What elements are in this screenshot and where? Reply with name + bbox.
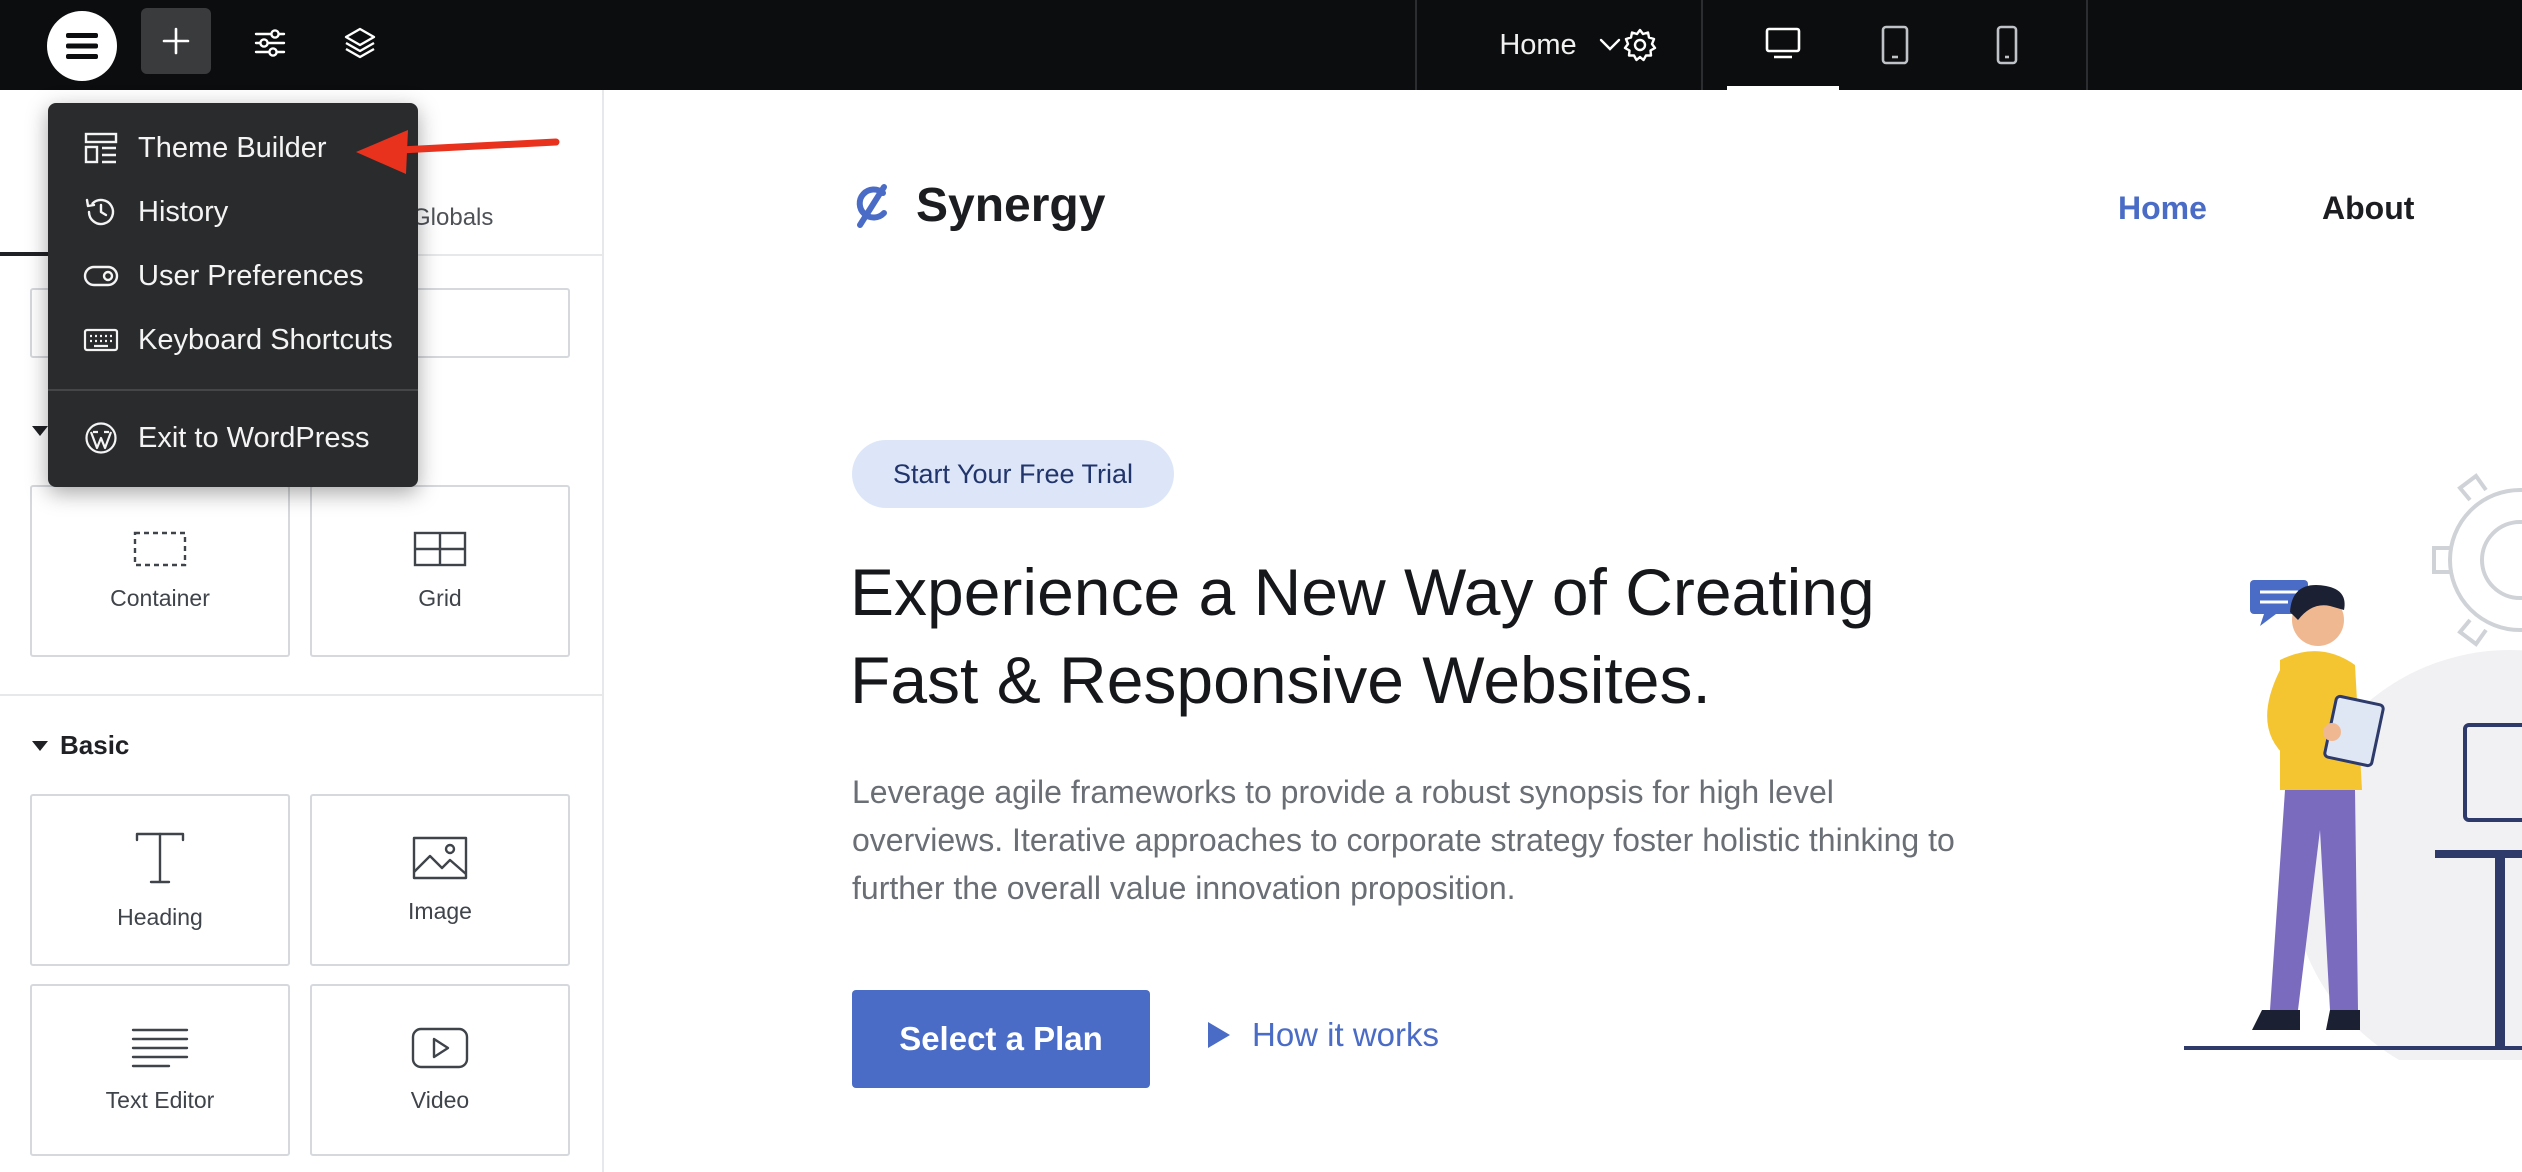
toolbar-divider [2086, 0, 2088, 90]
widget-label: Image [408, 897, 472, 924]
widget-image[interactable]: Image [310, 794, 570, 966]
sliders-icon [254, 29, 286, 57]
tab-globals[interactable]: Globals [412, 204, 493, 232]
add-element-button[interactable] [141, 8, 211, 74]
widget-label: Container [110, 584, 210, 611]
menu-item-user-preferences[interactable]: User Preferences [48, 245, 418, 307]
widget-label: Text Editor [105, 1086, 215, 1113]
widget-container[interactable]: Container [30, 485, 290, 657]
layout-section-header[interactable] [32, 426, 48, 436]
toolbar-divider [1415, 0, 1417, 90]
wordpress-icon [82, 419, 120, 457]
hero-title-line: Experience a New Way of Creating [850, 555, 1875, 629]
menu-divider [48, 389, 418, 391]
video-icon [411, 1027, 469, 1068]
menu-item-exit-to-wordpress[interactable]: Exit to WordPress [48, 407, 418, 469]
hero-illustration-icon [2184, 473, 2522, 1060]
widget-label: Grid [418, 584, 462, 611]
theme-builder-icon [82, 129, 120, 167]
hero-title-line: Fast & Responsive Websites. [850, 643, 1711, 717]
hero-text-line: further the overall value innovation pro… [852, 870, 1516, 906]
synergy-logo-icon [856, 183, 887, 228]
widget-text-editor[interactable]: Text Editor [30, 984, 290, 1156]
toggle-icon [82, 257, 120, 295]
menu-item-keyboard-shortcuts[interactable]: Keyboard Shortcuts [48, 309, 418, 371]
how-it-works-label: How it works [1252, 1016, 1440, 1053]
hero-text-line: Leverage agile frameworks to provide a r… [852, 774, 1834, 810]
menu-item-label: Keyboard Shortcuts [138, 323, 393, 356]
mobile-icon [1996, 25, 2018, 65]
widget-label: Heading [117, 903, 203, 930]
menu-item-label: Exit to WordPress [138, 421, 370, 454]
caret-down-icon [32, 426, 48, 436]
widget-label: Video [410, 1086, 470, 1113]
widget-grid[interactable]: Grid [310, 485, 570, 657]
nav-link-about[interactable]: About [2322, 190, 2414, 227]
widget-heading[interactable]: Heading [30, 794, 290, 966]
site-settings-button[interactable] [235, 10, 305, 76]
layers-icon [344, 27, 376, 59]
section-title: Basic [60, 730, 130, 760]
text-editor-icon [131, 1028, 189, 1067]
widget-video[interactable]: Video [310, 984, 570, 1156]
toolbar-divider [1701, 0, 1703, 90]
menu-item-label: Theme Builder [138, 131, 327, 164]
image-icon [412, 836, 468, 879]
desktop-icon [1765, 27, 1801, 59]
container-icon [133, 531, 187, 566]
hero-text-line: overviews. Iterative approaches to corpo… [852, 822, 1955, 858]
page-settings-button[interactable] [1605, 12, 1675, 78]
mobile-view-button[interactable] [1951, 0, 2063, 90]
play-icon [1208, 1022, 1230, 1048]
menu-item-history[interactable]: History [48, 181, 418, 243]
select-plan-button[interactable]: Select a Plan [852, 990, 1150, 1088]
heading-icon [135, 832, 185, 883]
hero-title: Experience a New Way of Creating Fast & … [850, 548, 2050, 724]
keyboard-icon [82, 321, 120, 359]
gear-icon [1623, 28, 1657, 62]
how-it-works-link[interactable]: How it works [1206, 1016, 1439, 1054]
grid-icon [413, 531, 467, 566]
nav-link-home[interactable]: Home [2118, 190, 2207, 227]
desktop-view-button[interactable] [1727, 0, 1839, 90]
plus-icon [162, 27, 190, 55]
history-icon [82, 193, 120, 231]
caret-down-icon [32, 740, 48, 751]
editor-top-bar: Home [0, 0, 2522, 90]
tablet-icon [1881, 25, 1909, 65]
site-logo[interactable]: Synergy [850, 178, 1105, 233]
basic-section-header[interactable]: Basic [32, 730, 129, 761]
main-menu-button[interactable] [47, 11, 117, 81]
free-trial-badge: Start Your Free Trial [852, 440, 1174, 508]
annotation-arrow-icon [356, 130, 560, 174]
hamburger-icon [66, 33, 98, 59]
page-selector-label: Home [1499, 28, 1577, 61]
cta-label: Select a Plan [899, 1020, 1103, 1057]
tablet-view-button[interactable] [1839, 0, 1951, 90]
badge-label: Start Your Free Trial [892, 458, 1134, 489]
structure-button[interactable] [325, 10, 395, 76]
brand-name: Synergy [916, 179, 1106, 232]
menu-item-label: History [138, 195, 229, 228]
hero-description: Leverage agile frameworks to provide a r… [852, 768, 2012, 912]
section-divider [0, 694, 602, 696]
menu-item-label: User Preferences [138, 259, 364, 292]
